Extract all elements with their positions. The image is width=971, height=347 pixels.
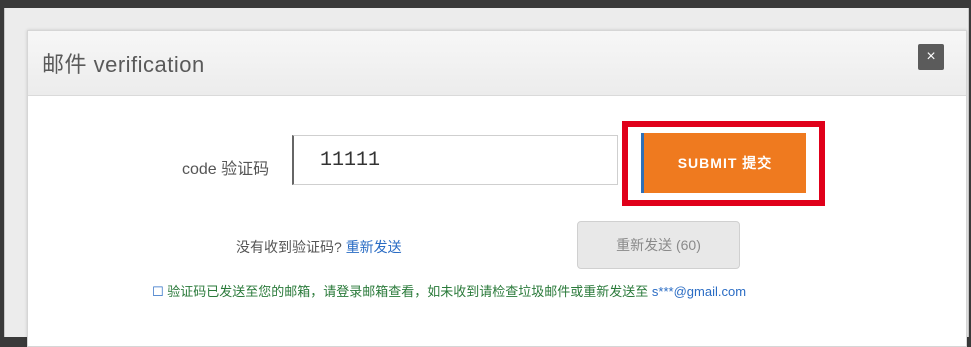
resend-button[interactable]: 重新发送 (60) <box>577 221 740 269</box>
window-frame: 邮件 verification × code 验证码 SUBMIT 提交 没有收… <box>4 8 969 347</box>
close-icon[interactable]: × <box>918 44 944 70</box>
submit-button[interactable]: SUBMIT 提交 <box>641 133 806 193</box>
verification-dialog: 邮件 verification × code 验证码 SUBMIT 提交 没有收… <box>27 30 967 347</box>
resend-text: 没有收到验证码? 重新发送 <box>236 237 402 257</box>
code-label: code 验证码 <box>182 161 270 178</box>
dialog-title: 邮件 verification <box>42 52 205 77</box>
resend-link[interactable]: 重新发送 <box>346 239 402 255</box>
verification-code-input[interactable] <box>292 135 618 185</box>
hint-text: 验证码已发送至您的邮箱，请登录邮箱查看，如未收到请检查垃圾邮件或重新发送至 <box>167 284 649 299</box>
resend-prompt: 没有收到验证码? <box>236 239 342 255</box>
dialog-titlebar: 邮件 verification × <box>28 31 966 96</box>
hint-line: ☐ 验证码已发送至您的邮箱，请登录邮箱查看，如未收到请检查垃圾邮件或重新发送至 … <box>152 281 852 300</box>
hint-email: s***@gmail.com <box>651 284 747 299</box>
info-icon: ☐ <box>152 284 164 299</box>
